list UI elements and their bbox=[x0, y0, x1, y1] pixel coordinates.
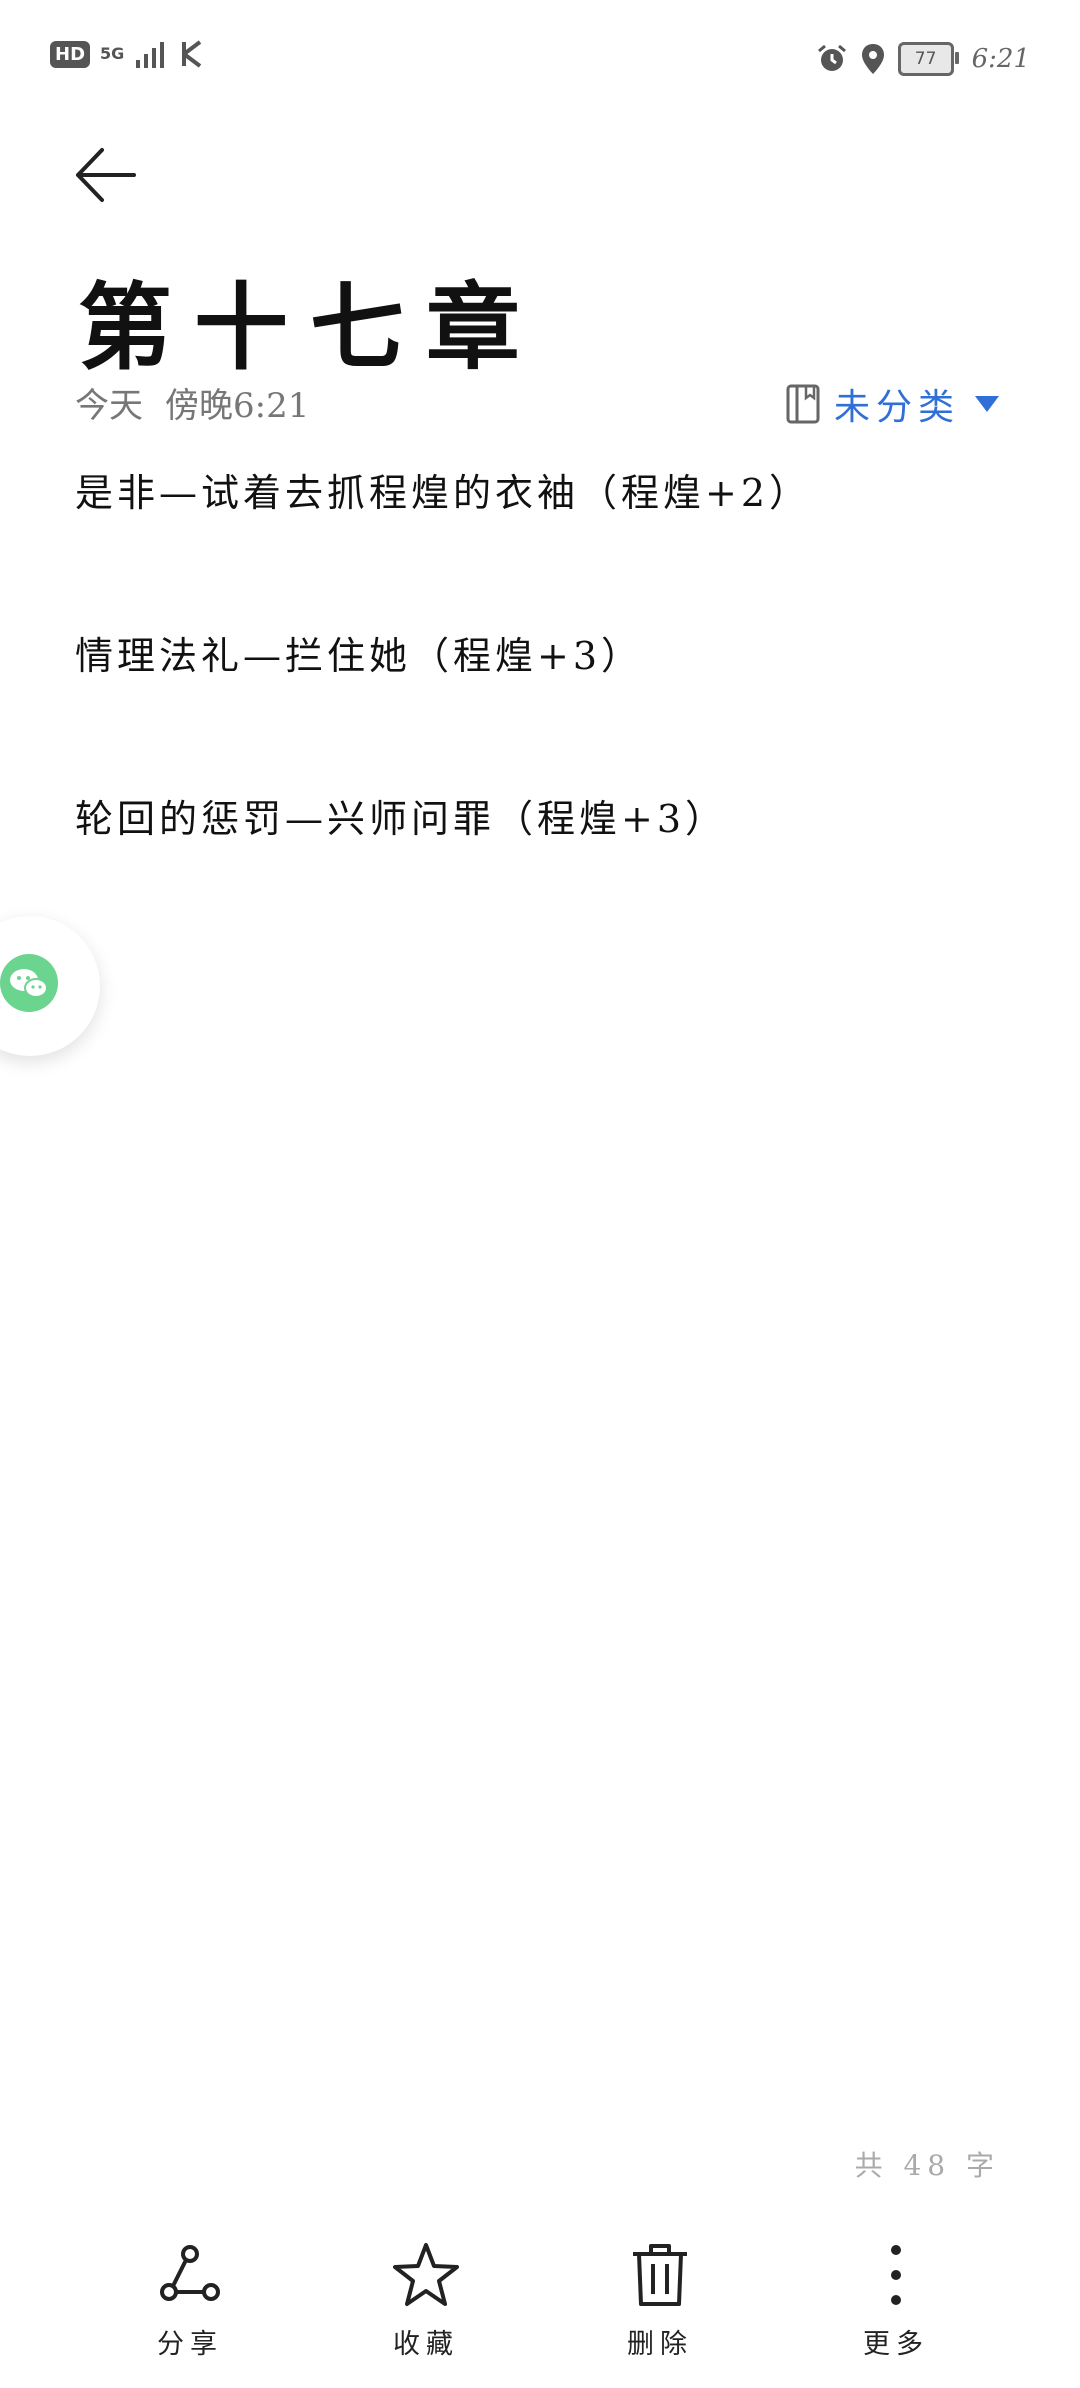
category-label: 未分类 bbox=[833, 387, 960, 428]
status-left: HD 5G bbox=[50, 40, 206, 68]
note-date: 今天 傍晚6:21 bbox=[75, 378, 309, 427]
note-line-2: 情理法礼—拦住她（程煌+3） bbox=[75, 634, 644, 678]
battery-icon: 77 bbox=[897, 42, 959, 76]
location-icon bbox=[861, 44, 884, 74]
back-button[interactable] bbox=[70, 140, 140, 210]
clock: 6:21 bbox=[971, 44, 1030, 74]
note-body[interactable]: 是非—试着去抓程煌的衣袖（程煌+2） 情理法礼—拦住她（程煌+3） 轮回的惩罚—… bbox=[75, 470, 1005, 959]
wechat-icon bbox=[0, 954, 58, 1012]
status-bar: HD 5G 77 6:21 bbox=[0, 0, 1080, 120]
status-right: 77 6:21 bbox=[816, 42, 1030, 76]
trash-icon bbox=[633, 2244, 687, 2306]
dropdown-triangle-icon bbox=[975, 396, 999, 412]
battery-level: 77 bbox=[914, 49, 937, 69]
star-icon bbox=[393, 2243, 459, 2306]
favorite-button[interactable]: 收藏 bbox=[351, 2240, 501, 2380]
share-icon bbox=[160, 2245, 220, 2301]
note-title[interactable]: 第十七章 bbox=[78, 252, 542, 388]
delete-label: 删除 bbox=[627, 2329, 693, 2360]
back-arrow-icon bbox=[76, 148, 136, 202]
more-button[interactable]: 更多 bbox=[821, 2240, 971, 2380]
share-button[interactable]: 分享 bbox=[115, 2240, 265, 2380]
k-app-icon bbox=[182, 40, 202, 68]
category-selector[interactable]: 未分类 bbox=[786, 378, 1000, 430]
more-vertical-icon bbox=[891, 2245, 901, 2305]
network-5g-label: 5G bbox=[100, 44, 125, 63]
note-line-1: 是非—试着去抓程煌的衣袖（程煌+2） bbox=[75, 471, 812, 515]
date-time: 傍晚6:21 bbox=[165, 386, 310, 426]
favorite-label: 收藏 bbox=[393, 2329, 459, 2360]
date-day: 今天 bbox=[75, 386, 143, 426]
note-line-3: 轮回的惩罚—兴师问罪（程煌+3） bbox=[75, 797, 728, 841]
share-label: 分享 bbox=[157, 2329, 223, 2360]
word-count: 共 48 字 bbox=[854, 2149, 1000, 2182]
bottom-toolbar: 分享 收藏 删除 更多 bbox=[0, 2240, 1080, 2388]
hd-badge: HD bbox=[50, 40, 91, 68]
signal-icon bbox=[136, 42, 165, 68]
notebook-icon bbox=[786, 384, 820, 424]
more-label: 更多 bbox=[863, 2329, 929, 2360]
delete-button[interactable]: 删除 bbox=[585, 2240, 735, 2380]
alarm-icon bbox=[817, 44, 846, 71]
